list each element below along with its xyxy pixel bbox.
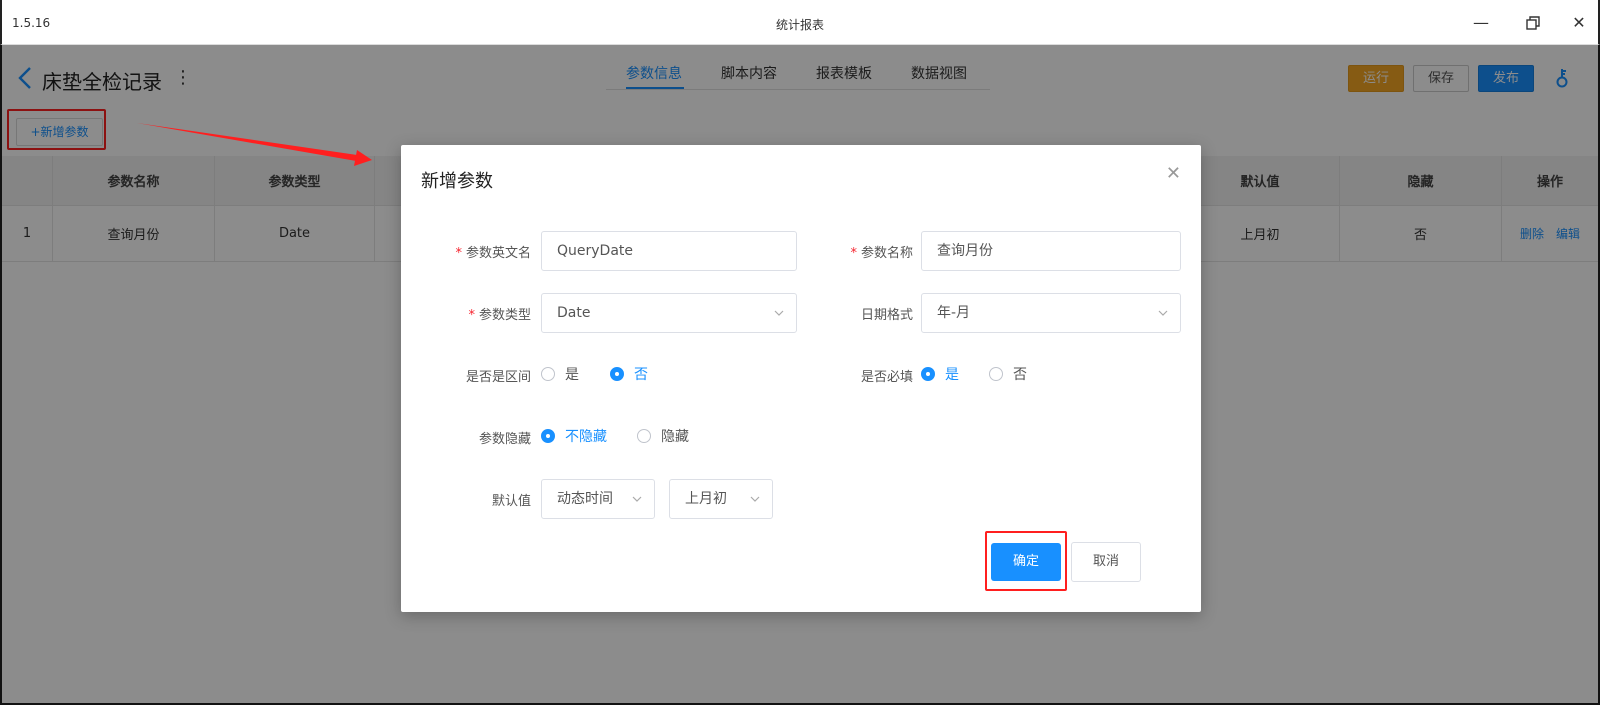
- default-value-value: 上月初: [685, 491, 727, 507]
- required-yes-radio[interactable]: 是: [921, 364, 959, 384]
- hidden-yes-radio[interactable]: 隐藏: [637, 426, 689, 446]
- restore-icon[interactable]: [1522, 12, 1544, 34]
- window-title: 统计报表: [775, 18, 824, 32]
- chevron-down-icon: [632, 496, 642, 502]
- is-range-yes-radio[interactable]: 是: [541, 364, 579, 384]
- chevron-down-icon: [750, 496, 760, 502]
- hidden-label: 参数隐藏: [478, 432, 531, 447]
- close-icon[interactable]: ✕: [1166, 163, 1181, 184]
- type-select[interactable]: Date: [541, 293, 797, 333]
- en-name-input[interactable]: QueryDate: [541, 231, 797, 271]
- default-label: 默认值: [491, 494, 531, 509]
- required-no-radio[interactable]: 否: [989, 364, 1027, 384]
- default-mode-value: 动态时间: [557, 491, 613, 507]
- chevron-down-icon: [774, 310, 784, 316]
- highlight-box-confirm: [985, 531, 1067, 591]
- minimize-icon[interactable]: —: [1470, 12, 1492, 34]
- name-input[interactable]: 查询月份: [921, 231, 1181, 271]
- add-param-dialog: 新增参数 ✕ * 参数英文名 QueryDate * 参数名称 查询月份 * 参数类型…: [401, 145, 1201, 612]
- window-titlebar: 1.5.16 统计报表 — ✕: [0, 0, 1600, 45]
- default-mode-select[interactable]: 动态时间: [541, 479, 655, 519]
- default-value-select[interactable]: 上月初: [669, 479, 773, 519]
- required-label: 是否必填: [860, 370, 913, 385]
- date-format-select[interactable]: 年-月: [921, 293, 1181, 333]
- chevron-down-icon: [1158, 310, 1168, 316]
- is-range-label: 是否是区间: [465, 370, 531, 385]
- type-select-value: Date: [557, 305, 591, 321]
- cancel-button[interactable]: 取消: [1071, 542, 1141, 582]
- date-format-value: 年-月: [937, 305, 971, 321]
- date-format-label: 日期格式: [860, 308, 913, 323]
- type-label: * 参数类型: [468, 308, 531, 323]
- en-name-label: * 参数英文名: [455, 246, 531, 261]
- hidden-no-radio[interactable]: 不隐藏: [541, 426, 607, 446]
- dialog-title: 新增参数: [421, 171, 493, 192]
- close-window-icon[interactable]: ✕: [1568, 12, 1590, 34]
- name-label: * 参数名称: [850, 246, 913, 261]
- is-range-no-radio[interactable]: 否: [610, 364, 648, 384]
